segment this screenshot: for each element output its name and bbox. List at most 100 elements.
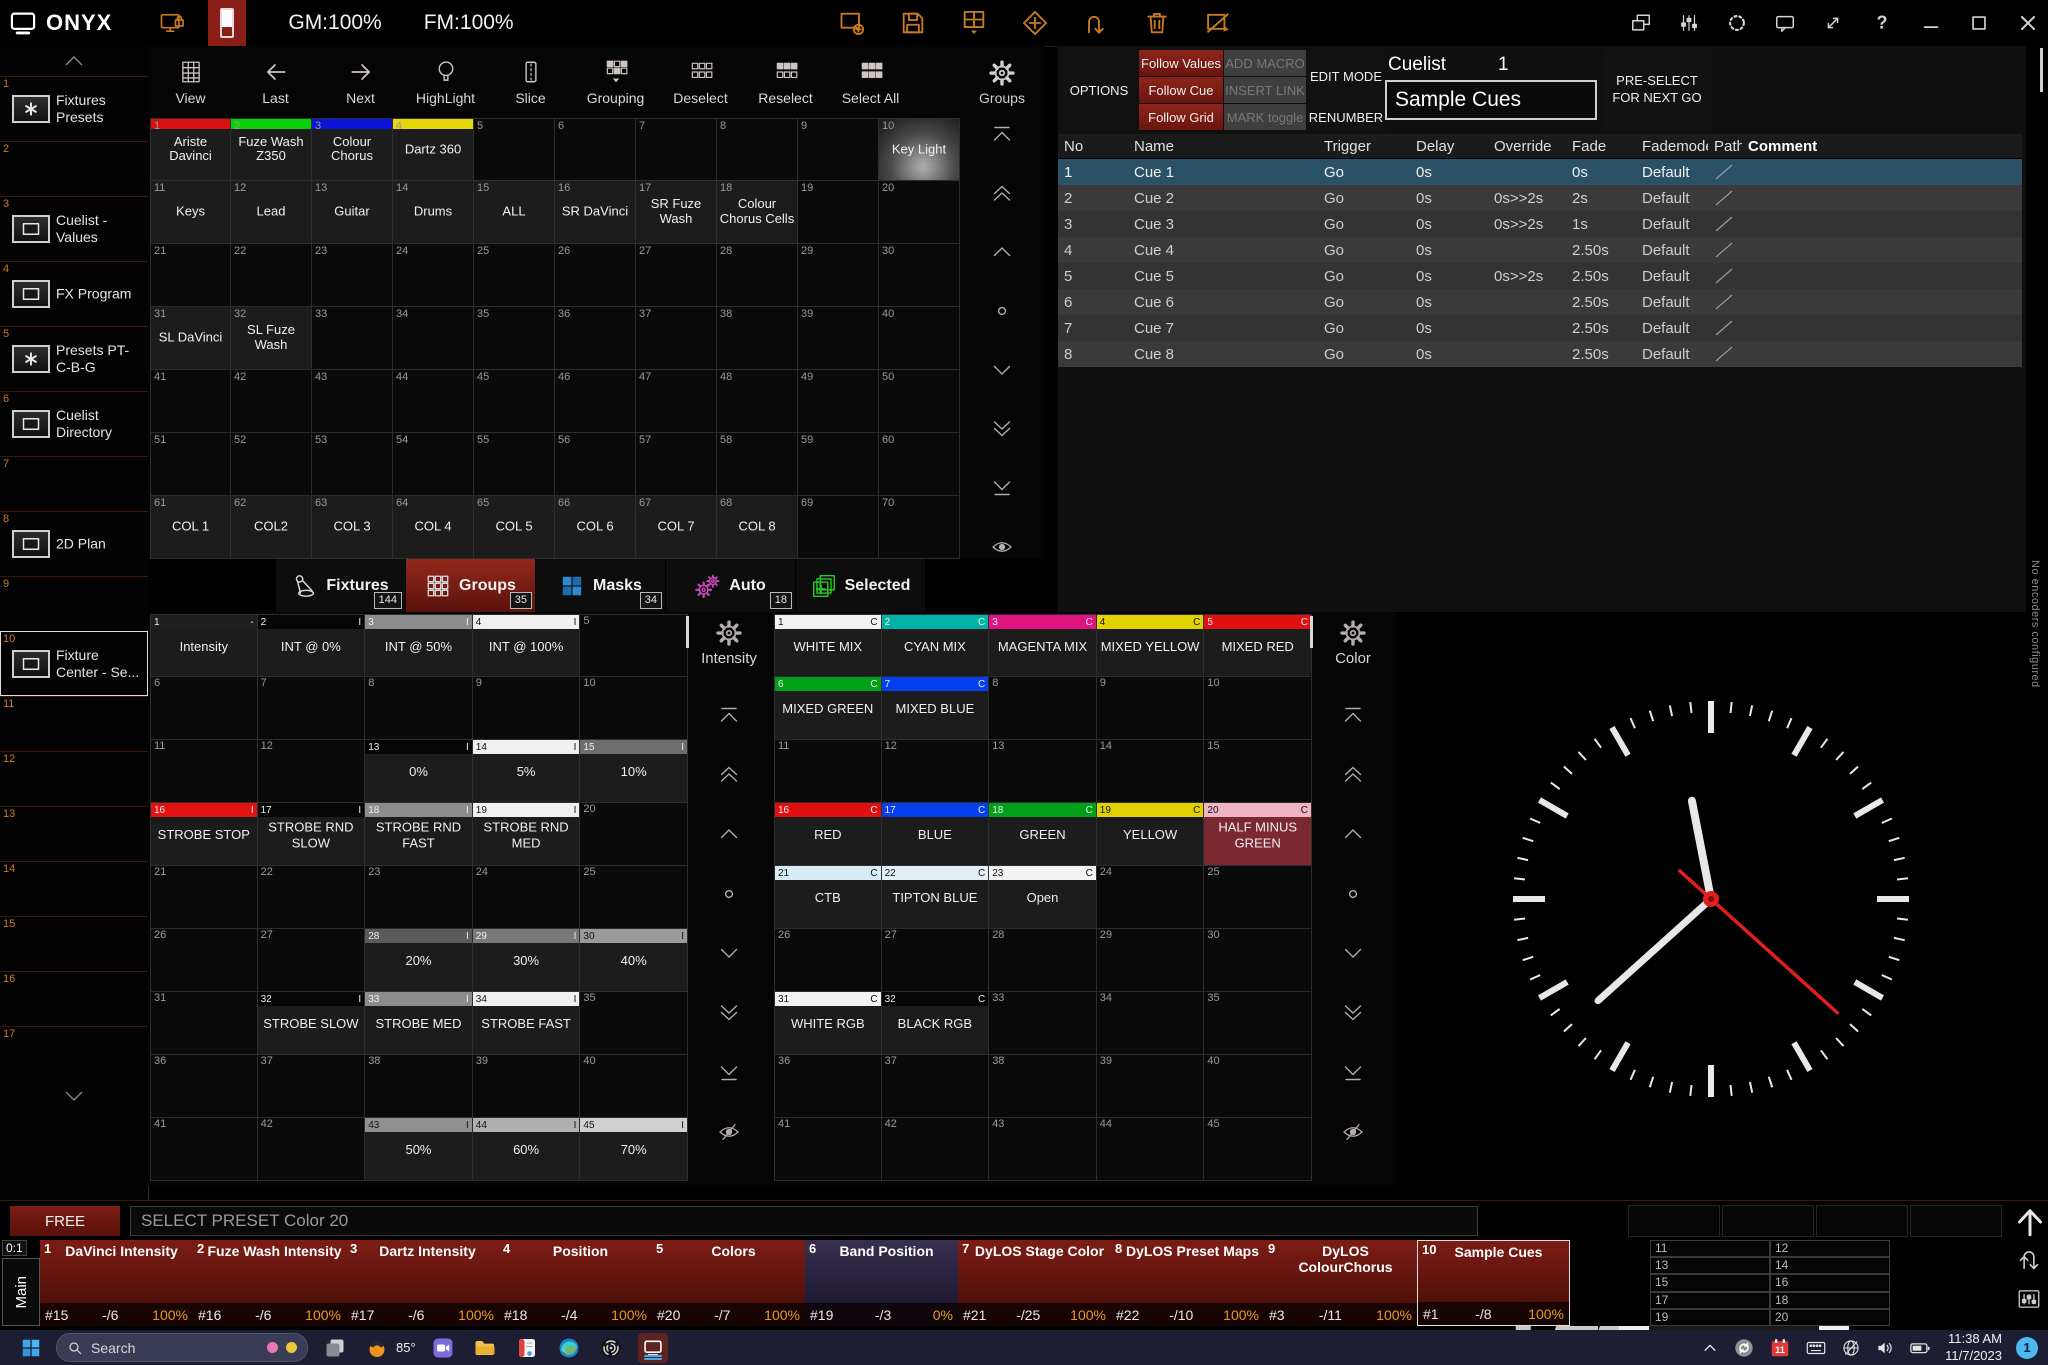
help-icon[interactable]: ? — [1870, 11, 1894, 35]
cue-row-2[interactable]: 2Cue 2Go0s0s>>2s2sDefault — [1058, 185, 2022, 211]
color-preset-cell-24[interactable]: 24 — [1097, 866, 1205, 929]
color-preset-cell-34[interactable]: 34 — [1097, 992, 1205, 1055]
scroll-to-top-icon[interactable] — [990, 122, 1014, 146]
color-preset-cell-8[interactable]: 8 — [989, 677, 1097, 740]
sidebar-item-12[interactable]: 12 — [0, 751, 148, 806]
sidebar-item-17[interactable]: 17 — [0, 1026, 148, 1081]
toolbar-next-button[interactable]: Next — [318, 46, 403, 118]
intensity-preset-cell-44[interactable]: 44I60% — [473, 1118, 581, 1181]
macro-button-1[interactable]: INSERT LINK — [1224, 77, 1306, 103]
group-cell-21[interactable]: 21 — [150, 244, 231, 307]
group-cell-30[interactable]: 30 — [879, 244, 960, 307]
group-cell-61[interactable]: 61COL 1 — [150, 496, 231, 559]
main-playback-tab[interactable]: Main — [2, 1258, 40, 1326]
color-preset-cell-18[interactable]: 18CGREEN — [989, 803, 1097, 866]
hidden-icons-chevron[interactable] — [1701, 1339, 1719, 1357]
empty-playback-slot-12[interactable]: 12 — [1770, 1240, 1890, 1257]
group-cell-43[interactable]: 43 — [312, 370, 393, 433]
tab-groups[interactable]: Groups35 — [406, 559, 536, 612]
intensity-preset-cell-22[interactable]: 22 — [258, 866, 366, 929]
group-cell-7[interactable]: 7 — [636, 118, 717, 181]
color-preset-cell-1[interactable]: 1CWHITE MIX — [774, 614, 882, 677]
group-cell-51[interactable]: 51 — [150, 433, 231, 496]
intensity-preset-cell-9[interactable]: 9 — [473, 677, 581, 740]
playback-strip-4[interactable]: 4Position#18-/4100% — [499, 1240, 652, 1326]
visibility-off-icon[interactable] — [1341, 1120, 1365, 1144]
group-cell-40[interactable]: 40 — [879, 307, 960, 370]
cue-row-8[interactable]: 8Cue 8Go0s2.50sDefault — [1058, 341, 2022, 367]
group-cell-65[interactable]: 65COL 5 — [474, 496, 555, 559]
column-header-delay[interactable]: Delay — [1410, 138, 1488, 155]
intensity-preset-cell-41[interactable]: 41 — [150, 1118, 258, 1181]
scroll-to-bottom-icon[interactable] — [717, 1061, 741, 1085]
page-up-icon[interactable] — [717, 762, 741, 786]
color-preset-cell-15[interactable]: 15 — [1204, 740, 1312, 803]
intensity-preset-cell-27[interactable]: 27 — [258, 929, 366, 992]
group-cell-64[interactable]: 64COL 4 — [393, 496, 474, 559]
intensity-preset-cell-33[interactable]: 33ISTROBE MED — [365, 992, 473, 1055]
page-down-icon[interactable] — [990, 417, 1014, 441]
color-preset-cell-42[interactable]: 42 — [882, 1118, 990, 1181]
cue-row-3[interactable]: 3Cue 3Go0s0s>>2s1sDefault — [1058, 211, 2022, 237]
group-cell-36[interactable]: 36 — [555, 307, 636, 370]
playback-strip-3[interactable]: 3Dartz Intensity#17-/6100% — [346, 1240, 499, 1326]
intensity-preset-cell-26[interactable]: 26 — [150, 929, 258, 992]
tab-masks[interactable]: Masks34 — [536, 559, 666, 612]
macro-button-0[interactable]: ADD MACRO — [1224, 50, 1306, 76]
intensity-preset-cell-17[interactable]: 17ISTROBE RND SLOW — [258, 803, 366, 866]
taskbar-app-stack[interactable] — [320, 1333, 350, 1363]
speaker-icon[interactable] — [1875, 1338, 1895, 1358]
color-preset-cell-21[interactable]: 21CCTB — [774, 866, 882, 929]
scroll-position-icon[interactable] — [1341, 882, 1365, 906]
intensity-preset-cell-31[interactable]: 31 — [150, 992, 258, 1055]
group-cell-69[interactable]: 69 — [798, 496, 879, 559]
toolbar-deselect-button[interactable]: Deselect — [658, 46, 743, 118]
intensity-preset-cell-23[interactable]: 23 — [365, 866, 473, 929]
group-cell-9[interactable]: 9 — [798, 118, 879, 181]
group-cell-66[interactable]: 66COL 6 — [555, 496, 636, 559]
scroll-position-icon[interactable] — [717, 882, 741, 906]
group-cell-54[interactable]: 54 — [393, 433, 474, 496]
cue-row-6[interactable]: 6Cue 6Go0s2.50sDefault — [1058, 289, 2022, 315]
group-cell-59[interactable]: 59 — [798, 433, 879, 496]
group-cell-20[interactable]: 20 — [879, 181, 960, 244]
intensity-preset-cell-39[interactable]: 39 — [473, 1055, 581, 1118]
group-cell-11[interactable]: 11Keys — [150, 181, 231, 244]
group-cell-55[interactable]: 55 — [474, 433, 555, 496]
column-header-fade[interactable]: Fade — [1566, 138, 1636, 155]
empty-playback-slot-20[interactable]: 20 — [1770, 1309, 1890, 1326]
color-preset-cell-12[interactable]: 12 — [882, 740, 990, 803]
cue-row-4[interactable]: 4Cue 4Go0s2.50sDefault — [1058, 237, 2022, 263]
scrollbar-thumb[interactable] — [1310, 616, 1313, 648]
color-preset-cell-9[interactable]: 9 — [1097, 677, 1205, 740]
battery-icon[interactable] — [1909, 1337, 1931, 1359]
playback-strip-1[interactable]: 1DaVinci Intensity#15-/6100% — [40, 1240, 193, 1326]
scroll-up-icon[interactable] — [717, 822, 741, 846]
color-preset-cell-37[interactable]: 37 — [882, 1055, 990, 1118]
group-cell-29[interactable]: 29 — [798, 244, 879, 307]
color-preset-cell-17[interactable]: 17CBLUE — [882, 803, 990, 866]
group-cell-34[interactable]: 34 — [393, 307, 474, 370]
group-cell-48[interactable]: 48 — [717, 370, 798, 433]
playback-strip-6[interactable]: 6Band Position#19-/30% — [805, 1240, 958, 1326]
group-cell-2[interactable]: 2Fuze Wash Z350 — [231, 118, 312, 181]
color-preset-cell-38[interactable]: 38 — [989, 1055, 1097, 1118]
delete-icon[interactable] — [1143, 9, 1171, 37]
cuelist-name-field[interactable]: Sample Cues — [1385, 80, 1597, 120]
intensity-preset-cell-30[interactable]: 30I40% — [580, 929, 688, 992]
network-globe-icon[interactable] — [1841, 1338, 1861, 1358]
group-cell-16[interactable]: 16SR DaVinci — [555, 181, 636, 244]
scroll-position-icon[interactable] — [990, 299, 1014, 323]
command-line-input[interactable]: SELECT PRESET Color 20 — [130, 1206, 1478, 1236]
taskbar-app-camera[interactable] — [428, 1333, 458, 1363]
playback-strip-8[interactable]: 8DyLOS Preset Maps#22-/10100% — [1111, 1240, 1264, 1326]
scroll-to-bottom-icon[interactable] — [1341, 1061, 1365, 1085]
page-up-icon[interactable] — [990, 181, 1014, 205]
macro-button-2[interactable]: MARK toggle — [1224, 104, 1306, 130]
column-header-override[interactable]: Override — [1488, 138, 1566, 155]
column-header-name[interactable]: Name — [1128, 138, 1318, 155]
group-cell-52[interactable]: 52 — [231, 433, 312, 496]
group-cell-12[interactable]: 12Lead — [231, 181, 312, 244]
intensity-preset-cell-13[interactable]: 13I0% — [365, 740, 473, 803]
color-preset-cell-23[interactable]: 23COpen — [989, 866, 1097, 929]
